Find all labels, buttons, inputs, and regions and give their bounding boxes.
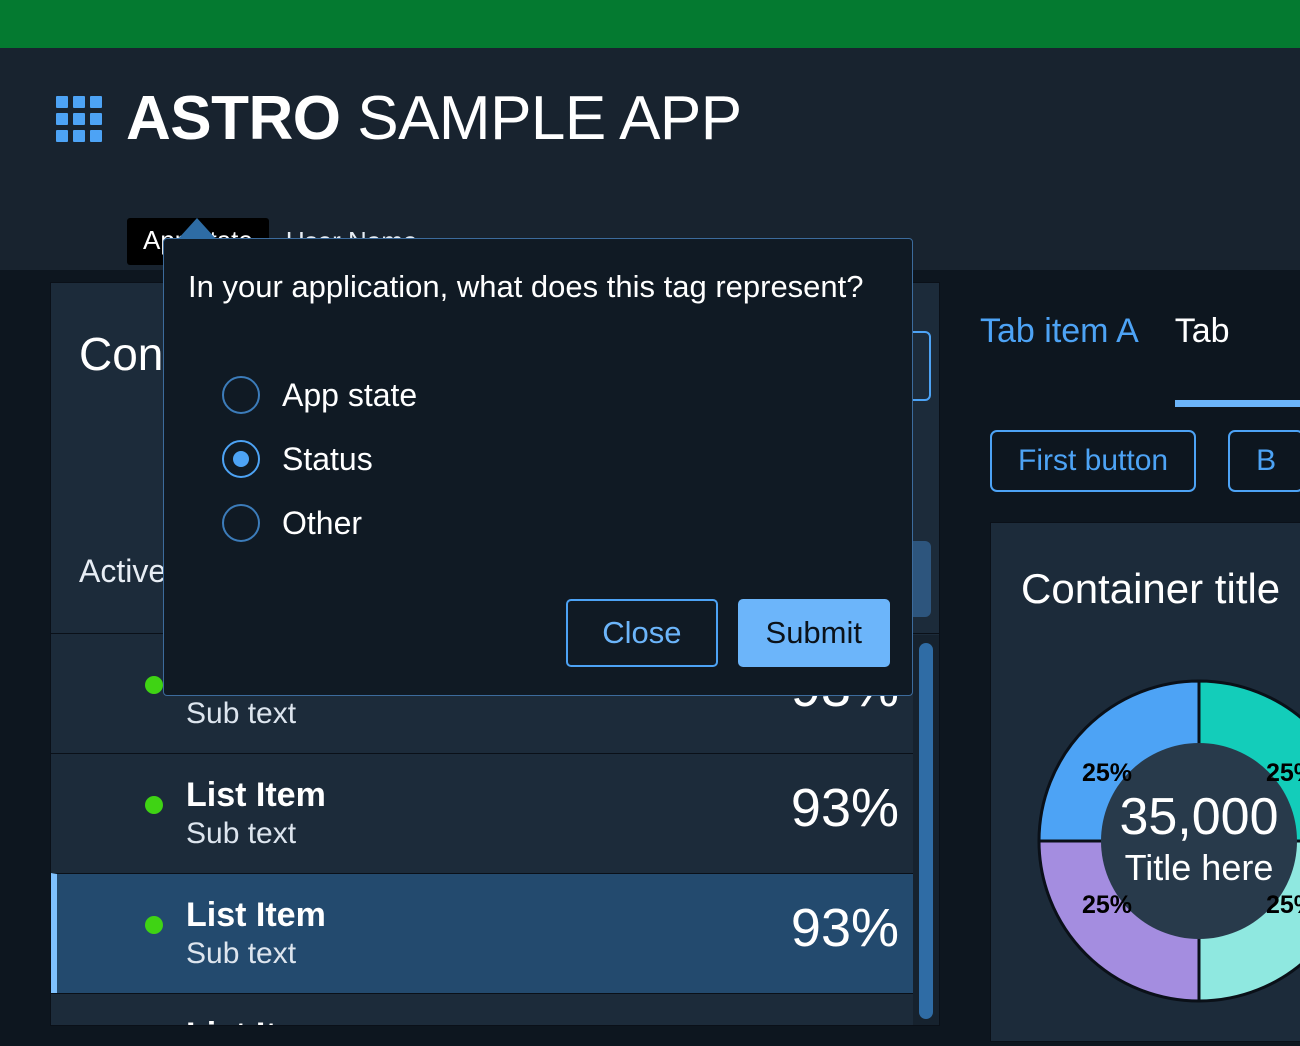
list-item-title: List Item [186, 896, 326, 934]
submit-button[interactable]: Submit [738, 599, 890, 667]
radio-option-label: Other [282, 505, 362, 542]
donut-slice-1-label: 25% [1266, 759, 1300, 787]
modal-action-row: Close Submit [566, 599, 890, 667]
close-button[interactable]: Close [566, 599, 717, 667]
tab-bar: Tab item A Tab [980, 312, 1230, 407]
list-item-value: 93% [791, 772, 899, 845]
modal-question: In your application, what does this tag … [188, 269, 864, 305]
donut-slice-2-label: 25% [1082, 759, 1132, 787]
first-button[interactable]: First button [990, 430, 1196, 492]
list-item-title: List Item [186, 1016, 326, 1026]
list-scrollbar-thumb[interactable] [919, 643, 933, 1019]
top-accent-bar [0, 0, 1300, 48]
radio-icon[interactable] [222, 376, 260, 414]
second-button[interactable]: B [1228, 430, 1300, 492]
tag-question-modal: In your application, what does this tag … [163, 238, 913, 696]
right-panel: Tab item A Tab First button B Container … [980, 282, 1300, 1026]
radio-option-label: Status [282, 441, 373, 478]
donut-chart: 25% 25% 25% 25% 35,000 Title here [999, 641, 1300, 1041]
radio-icon[interactable] [222, 504, 260, 542]
list-item-title: List Item [186, 776, 326, 814]
donut-chart-svg: 25% 25% 25% 25% [999, 641, 1300, 1041]
tab-item-b[interactable]: Tab [1175, 312, 1230, 407]
list-item-value: 93% [791, 1012, 899, 1026]
status-dot-icon [145, 676, 163, 694]
stat-label: Active [79, 553, 166, 590]
modal-pointer-arrow [178, 218, 216, 239]
status-dot-icon [145, 916, 163, 934]
tab-item-a[interactable]: Tab item A [980, 312, 1139, 407]
brand-row: ASTRO SAMPLE APP [56, 88, 742, 150]
radio-option-label: App state [282, 377, 417, 414]
radio-option-status[interactable]: Status [222, 427, 417, 491]
list-scrollbar[interactable] [913, 635, 939, 1026]
list-item-text: List Item Sub text [186, 1016, 326, 1026]
list-item-subtext: Sub text [186, 697, 296, 730]
radio-icon-selected[interactable] [222, 440, 260, 478]
list-item[interactable]: List Item Sub text 93% [51, 753, 939, 873]
list-item[interactable]: List Item Sub text 93% [51, 993, 939, 1026]
tag-type-radio-group: App state Status Other [222, 363, 417, 555]
list-item-subtext: Sub text [186, 937, 296, 970]
list-item-text: List Item Sub text [186, 896, 326, 973]
list-item-value: 93% [791, 892, 899, 965]
apps-grid-icon[interactable] [56, 96, 102, 142]
panel-button-row: First button B [990, 430, 1300, 492]
list-item-text: List Item Sub text [186, 776, 326, 853]
page-title: ASTRO SAMPLE APP [126, 88, 742, 150]
list-item-subtext: Sub text [186, 817, 296, 850]
list-item-selected[interactable]: List Item Sub text 93% [51, 873, 939, 993]
app-title-rest: SAMPLE APP [341, 84, 742, 153]
chart-card-title: Container title [1021, 565, 1280, 613]
status-dot-icon [145, 796, 163, 814]
donut-slice-3-label: 25% [1082, 891, 1132, 919]
donut-slice-4-label: 25% [1266, 891, 1300, 919]
radio-option-app-state[interactable]: App state [222, 363, 417, 427]
radio-option-other[interactable]: Other [222, 491, 417, 555]
chart-container-card: Container title 25% 25% 25% 25% [990, 522, 1300, 1042]
app-title-bold: ASTRO [126, 84, 341, 153]
